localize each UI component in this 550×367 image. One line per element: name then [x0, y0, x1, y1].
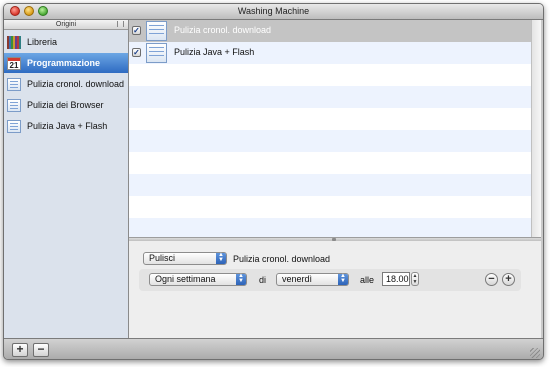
- vertical-scrollbar[interactable]: [531, 20, 541, 237]
- sidebar-item-label: Programmazione: [27, 58, 101, 68]
- table-row[interactable]: ✓ Pulizia Java + Flash: [129, 42, 531, 64]
- frequency-popup-value: Ogni settimana: [155, 274, 216, 284]
- list-document-icon: [7, 98, 21, 112]
- schedule-list: ✓ Pulizia cronol. download ✓ Pulizia Jav…: [129, 20, 531, 237]
- empty-row: [129, 130, 531, 152]
- column-resize-grip-icon[interactable]: [117, 21, 124, 27]
- time-field[interactable]: 18.00: [382, 272, 410, 286]
- list-document-icon: [7, 119, 21, 133]
- sidebar-item-label: Libreria: [27, 37, 58, 47]
- empty-row: [129, 108, 531, 130]
- window-resize-handle-icon[interactable]: [530, 348, 540, 358]
- main-pane: ✓ Pulizia cronol. download ✓ Pulizia Jav…: [129, 20, 541, 338]
- add-rule-button[interactable]: +: [502, 273, 515, 286]
- empty-row: [129, 174, 531, 196]
- schedule-rule-row: Ogni settimana ▲ ▼ di venerdì ▲ ▼ alle 18.…: [139, 269, 521, 291]
- row-label: Pulizia Java + Flash: [174, 47, 255, 57]
- empty-row: [129, 196, 531, 218]
- sidebar: Origini Libreria 21 Programmazione Puliz…: [4, 20, 129, 338]
- enable-checkbox[interactable]: ✓: [132, 26, 141, 35]
- alle-label: alle: [360, 275, 375, 285]
- sidebar-item-pulizia-cronol-download[interactable]: Pulizia cronol. download: [4, 74, 128, 94]
- di-label: di: [259, 275, 267, 285]
- day-popup-value: venerdì: [282, 274, 313, 284]
- add-button[interactable]: +: [12, 343, 28, 357]
- empty-row: [129, 64, 531, 86]
- library-books-icon: [7, 35, 21, 49]
- sidebar-item-programmazione[interactable]: 21 Programmazione: [4, 53, 128, 73]
- popup-arrows-icon: ▲ ▼: [216, 252, 226, 264]
- app-window: Washing Machine Origini Libreria 21 Prog…: [3, 3, 544, 360]
- popup-arrows-icon: ▲ ▼: [236, 273, 246, 285]
- list-document-icon: [146, 21, 167, 41]
- title-bar: Washing Machine: [4, 4, 543, 20]
- calendar-icon: 21: [7, 56, 21, 70]
- remove-button[interactable]: −: [33, 343, 49, 357]
- bottom-toolbar: + −: [4, 338, 543, 359]
- empty-row: [129, 152, 531, 174]
- popup-arrows-icon: ▲ ▼: [338, 273, 348, 285]
- schedule-editor: Pulisci ▲ ▼ Pulizia cronol. download Ogni…: [129, 241, 541, 338]
- action-popup[interactable]: Pulisci ▲ ▼: [143, 252, 227, 265]
- list-document-icon: [146, 43, 167, 63]
- window-title: Washing Machine: [237, 6, 310, 16]
- empty-row: [129, 218, 531, 237]
- sidebar-item-label: Pulizia Java + Flash: [27, 121, 108, 131]
- frequency-popup[interactable]: Ogni settimana ▲ ▼: [149, 273, 247, 286]
- day-popup[interactable]: venerdì ▲ ▼: [276, 273, 349, 286]
- sidebar-item-pulizia-dei-browser[interactable]: Pulizia dei Browser: [4, 95, 128, 115]
- list-document-icon: [7, 77, 21, 91]
- enable-checkbox[interactable]: ✓: [132, 48, 141, 57]
- remove-rule-button[interactable]: −: [485, 273, 498, 286]
- table-row[interactable]: ✓ Pulizia cronol. download: [129, 20, 531, 42]
- target-label: Pulizia cronol. download: [233, 254, 331, 264]
- empty-row: [129, 86, 531, 108]
- sidebar-item-label: Pulizia dei Browser: [27, 100, 104, 110]
- sidebar-item-label: Pulizia cronol. download: [27, 79, 125, 89]
- sidebar-header: Origini: [4, 20, 128, 30]
- sidebar-item-libreria[interactable]: Libreria: [4, 32, 128, 52]
- action-popup-value: Pulisci: [149, 253, 176, 263]
- row-label: Pulizia cronol. download: [174, 25, 272, 35]
- sidebar-item-pulizia-java-flash[interactable]: Pulizia Java + Flash: [4, 116, 128, 136]
- sidebar-header-label: Origini: [55, 21, 77, 28]
- time-stepper[interactable]: ▲ ▼: [411, 272, 419, 286]
